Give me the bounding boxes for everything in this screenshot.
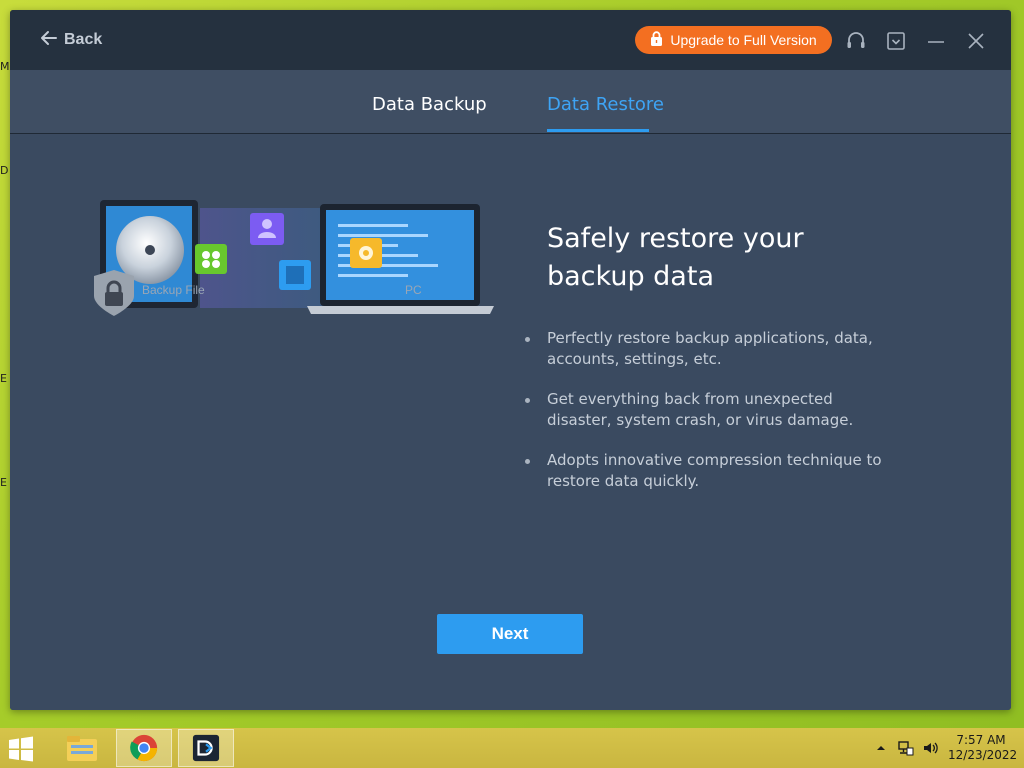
arrow-left-icon — [40, 29, 58, 52]
chrome-icon[interactable] — [116, 729, 172, 767]
back-button[interactable]: Back — [40, 28, 102, 52]
windows-start-icon[interactable] — [6, 736, 36, 762]
tab-data-restore[interactable]: Data Restore — [547, 94, 664, 115]
next-button[interactable]: Next — [437, 614, 583, 654]
feature-item: Adopts innovative compression technique … — [525, 450, 895, 492]
minimize-icon[interactable] — [925, 30, 947, 52]
taskbar: 7:57 AM 12/23/2022 — [0, 728, 1024, 768]
clock-date: 12/23/2022 — [948, 748, 1018, 762]
app-window: Back Upgrade to Full Version Data Backup… — [10, 10, 1011, 710]
easeus-app-icon[interactable] — [178, 729, 234, 767]
volume-icon[interactable] — [922, 728, 938, 768]
back-label: Back — [64, 31, 103, 48]
feature-item: Get everything back from unexpected disa… — [525, 389, 895, 431]
desktop-icon-fragment: E — [0, 372, 7, 385]
menu-dropdown-icon[interactable] — [885, 30, 907, 52]
restore-illustration: Backup File PC — [80, 200, 500, 360]
file-explorer-icon[interactable] — [54, 729, 110, 767]
feature-list: Perfectly restore backup applications, d… — [525, 328, 895, 511]
network-icon[interactable] — [898, 728, 914, 768]
desktop-icon-fragment: M — [0, 60, 10, 73]
page-heading: Safely restore your backup data — [547, 223, 804, 292]
lock-icon — [650, 31, 663, 49]
tab-data-backup[interactable]: Data Backup — [372, 94, 487, 115]
desktop-icon-fragment: E — [0, 476, 7, 489]
backup-file-label: Backup File — [142, 283, 205, 297]
upgrade-button[interactable]: Upgrade to Full Version — [635, 26, 832, 54]
close-icon[interactable] — [965, 30, 987, 52]
feature-item: Perfectly restore backup applications, d… — [525, 328, 895, 370]
clock-time: 7:57 AM — [956, 733, 1006, 747]
system-clock[interactable]: 7:57 AM 12/23/2022 — [948, 733, 1018, 763]
backup-to-pc-graphic — [94, 200, 494, 316]
headset-icon[interactable] — [845, 30, 867, 52]
pc-label: PC — [405, 283, 422, 297]
title-bar: Back Upgrade to Full Version — [10, 10, 1011, 70]
active-tab-indicator — [547, 129, 649, 132]
desktop-icon-fragment: D — [0, 164, 9, 177]
tray-overflow-icon[interactable] — [876, 728, 886, 768]
upgrade-label: Upgrade to Full Version — [670, 32, 817, 48]
tab-bar: Data Backup Data Restore — [10, 70, 1011, 134]
